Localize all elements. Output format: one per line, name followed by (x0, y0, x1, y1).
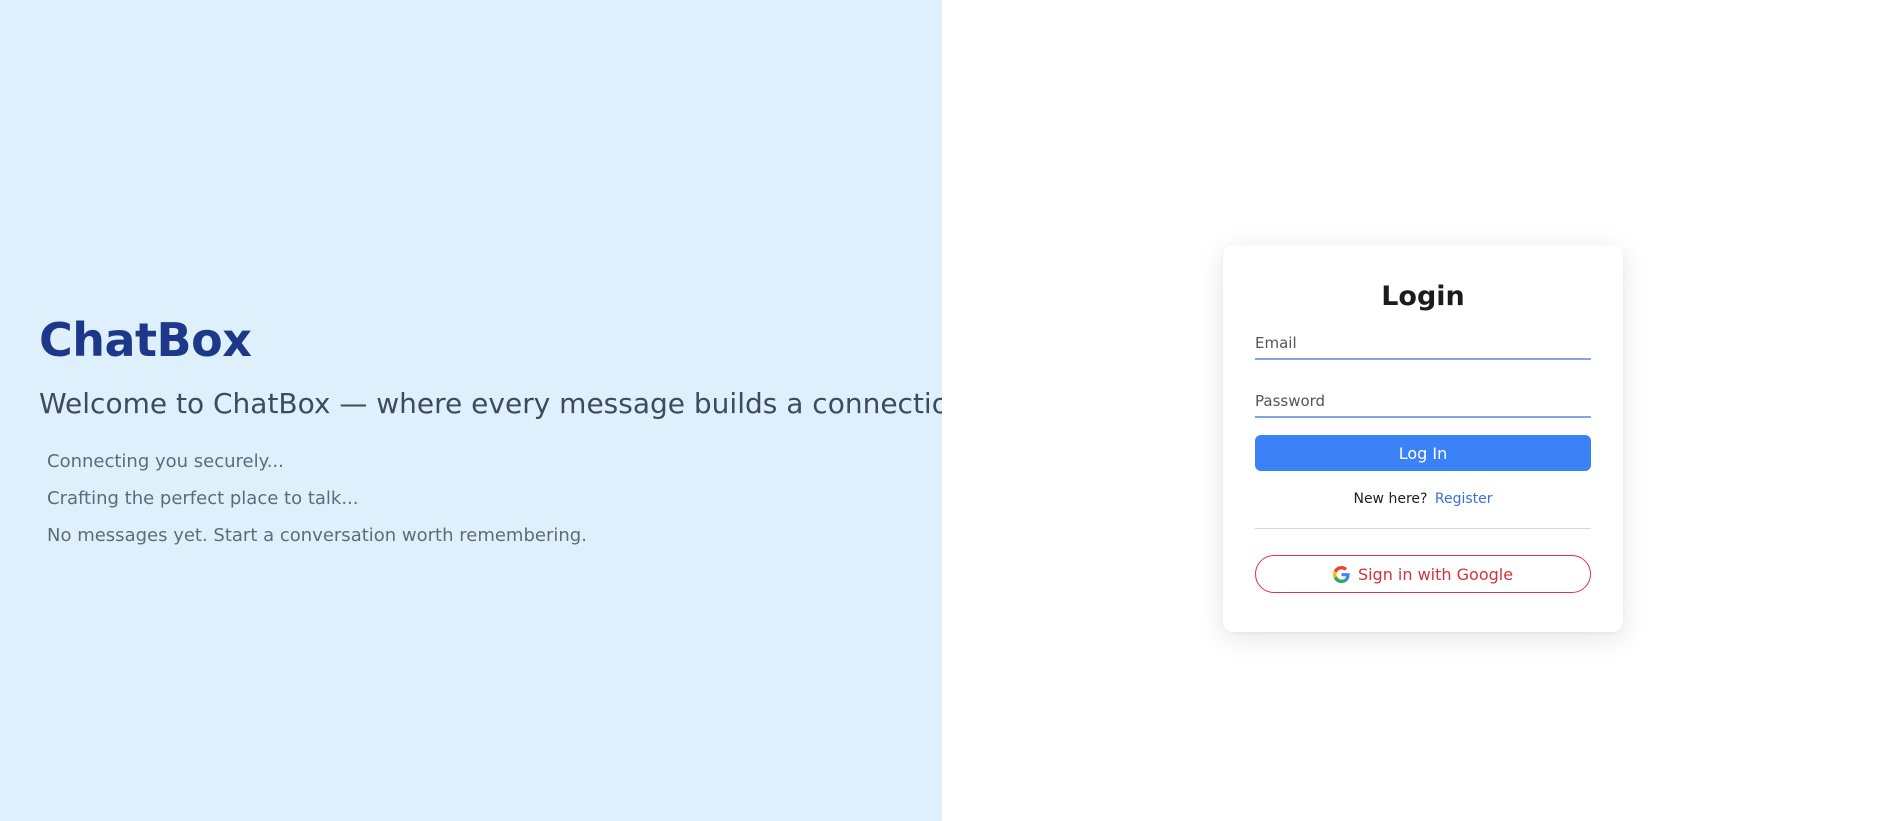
login-button[interactable]: Log In (1255, 435, 1591, 471)
divider (1255, 528, 1591, 529)
email-field[interactable] (1255, 328, 1591, 360)
password-field[interactable] (1255, 386, 1591, 418)
login-card: Login Log In New here? Register (1223, 245, 1623, 632)
login-panel: Login Log In New here? Register (942, 0, 1885, 821)
google-signin-button[interactable]: Sign in with Google (1255, 555, 1591, 593)
login-page: ChatBox Welcome to ChatBox — where every… (0, 0, 1885, 821)
welcome-tagline: Welcome to ChatBox — where every message… (39, 387, 976, 420)
google-g-icon (1332, 565, 1350, 583)
status-message: Crafting the perfect place to talk... (47, 488, 359, 509)
brand-title: ChatBox (39, 313, 252, 367)
welcome-panel: ChatBox Welcome to ChatBox — where every… (0, 0, 975, 821)
status-message: Connecting you securely... (47, 451, 284, 472)
register-link[interactable]: Register (1435, 491, 1493, 507)
register-row: New here? Register (1255, 490, 1591, 508)
register-prompt: New here? (1353, 491, 1428, 507)
google-signin-label: Sign in with Google (1357, 564, 1514, 584)
login-title: Login (1381, 281, 1465, 312)
status-message-list: Connecting you securely... Crafting the … (47, 450, 587, 561)
status-message: No messages yet. Start a conversation wo… (47, 525, 587, 546)
